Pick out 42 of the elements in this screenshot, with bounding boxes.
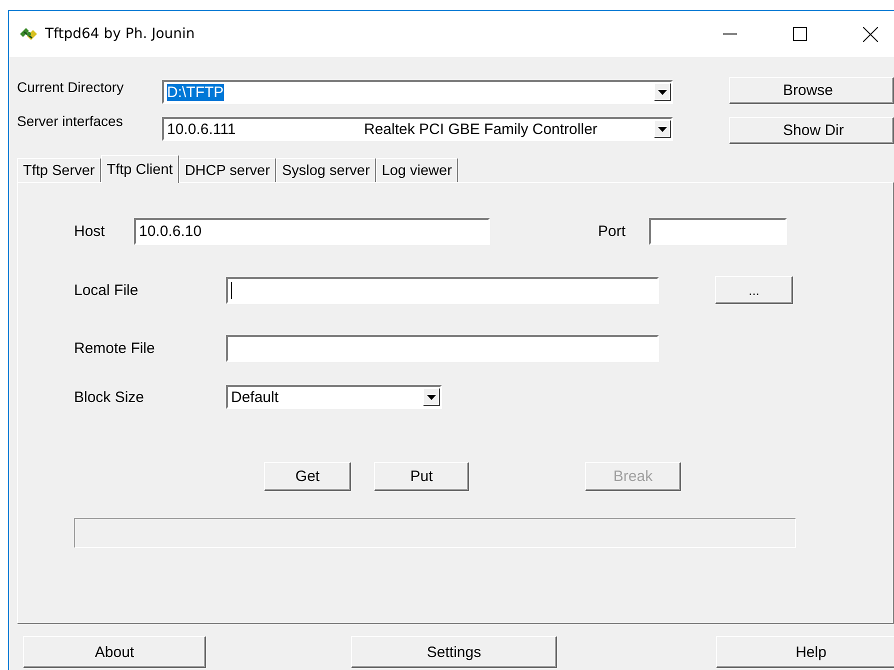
footer-button[interactable]: About bbox=[23, 636, 206, 668]
combo-value: Default bbox=[231, 388, 279, 406]
input-field[interactable] bbox=[649, 218, 787, 245]
action-button[interactable]: Put bbox=[374, 462, 469, 491]
directory-combo[interactable]: D:\TFTP bbox=[162, 80, 673, 104]
caret-icon bbox=[658, 90, 667, 94]
dropdown-button[interactable] bbox=[654, 120, 671, 138]
footer-button[interactable]: Help bbox=[716, 636, 894, 668]
field-label: Local File bbox=[74, 282, 140, 298]
field-label: Port bbox=[598, 223, 627, 240]
app-icon bbox=[19, 26, 39, 42]
dropdown-button[interactable] bbox=[423, 388, 440, 406]
field-label: Current Directory bbox=[17, 79, 125, 95]
browse-button[interactable]: ... bbox=[715, 276, 793, 304]
input-field[interactable] bbox=[226, 276, 659, 304]
combo-value: 10.0.6.111 bbox=[167, 120, 237, 138]
tab[interactable]: Syslog server bbox=[276, 158, 376, 182]
footer-button[interactable]: Settings bbox=[351, 636, 557, 668]
tab[interactable]: Tftp Server bbox=[17, 158, 101, 182]
field-label: Server interfaces bbox=[17, 113, 124, 129]
combo-value: Realtek PCI GBE Family Controller bbox=[364, 120, 598, 138]
action-button[interactable]: Get bbox=[264, 462, 351, 491]
side-button[interactable]: Show Dir bbox=[729, 117, 894, 144]
close-icon[interactable] bbox=[863, 26, 878, 42]
field-label: Remote File bbox=[74, 340, 156, 357]
side-button[interactable]: Browse bbox=[729, 77, 894, 104]
interface-combo[interactable]: 10.0.6.111 Realtek PCI GBE Family Controller bbox=[162, 117, 673, 141]
field-label: Block Size bbox=[74, 388, 146, 406]
minimize-icon[interactable] bbox=[723, 33, 737, 35]
tab[interactable]: Log viewer bbox=[376, 158, 458, 182]
block-size-combo[interactable]: Default bbox=[226, 385, 442, 409]
input-field[interactable]: 10.0.6.10 bbox=[134, 218, 490, 245]
field-label: Host bbox=[74, 223, 106, 240]
dropdown-button[interactable] bbox=[654, 83, 671, 101]
input-field[interactable] bbox=[226, 335, 659, 362]
tab[interactable]: DHCP server bbox=[178, 158, 276, 182]
caret-icon bbox=[658, 126, 667, 132]
combo-value: D:\TFTP bbox=[167, 84, 224, 100]
caret-icon bbox=[427, 394, 436, 400]
maximize-icon[interactable] bbox=[793, 27, 807, 41]
tab[interactable]: Tftp Client bbox=[100, 155, 179, 183]
window-title: Tftpd64 by Ph. Jounin bbox=[45, 26, 195, 42]
